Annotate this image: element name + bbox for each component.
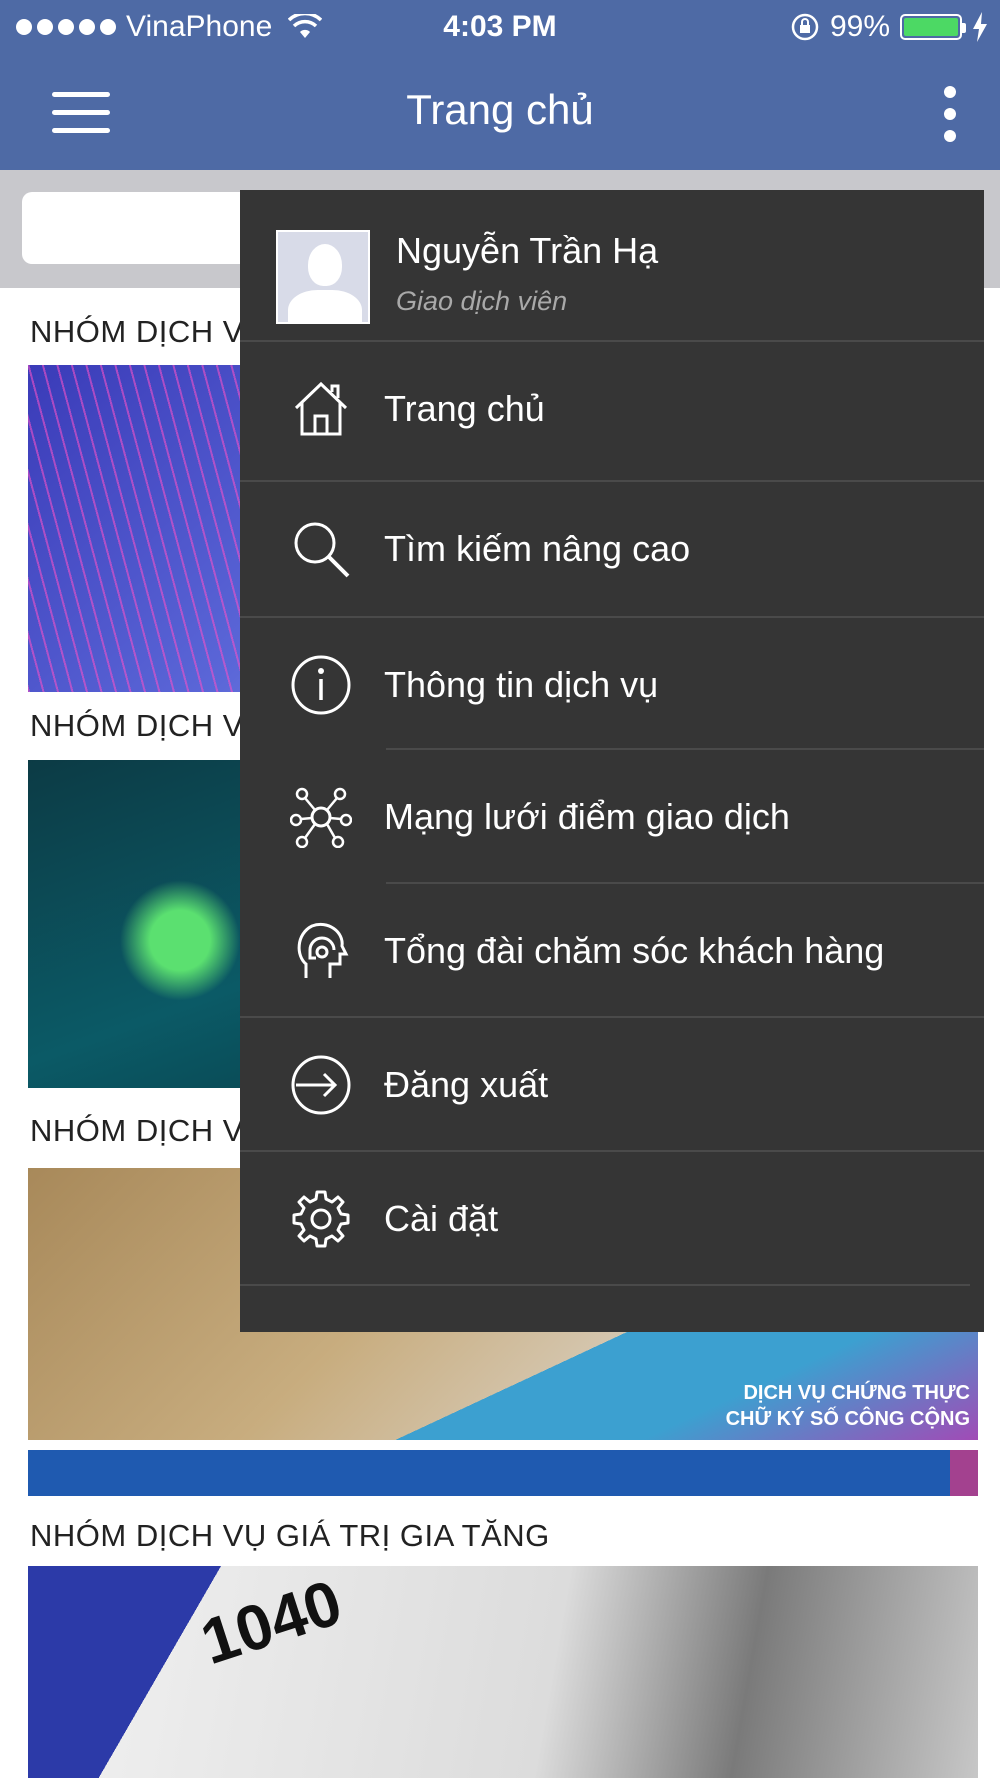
network-icon	[290, 787, 352, 848]
menu-item-label: Đăng xuất	[384, 1064, 549, 1105]
menu-item-customer-care[interactable]: Tổng đài chăm sóc khách hàng	[240, 884, 984, 1018]
page-title: Trang chủ	[406, 86, 594, 133]
menu-item-service-info[interactable]: Thông tin dịch vụ	[240, 618, 984, 752]
banner-line-2: CHỮ KÝ SỐ CÔNG CỘNG	[725, 1408, 970, 1430]
user-role: Giao dịch viên	[396, 286, 568, 316]
avatar	[276, 230, 370, 324]
section-title: NHÓM DỊCH V	[30, 1113, 244, 1148]
headset-icon	[297, 923, 349, 978]
menu-item-label: Cài đặt	[384, 1198, 499, 1239]
section-image[interactable]	[28, 1566, 978, 1778]
battery-percent: 99%	[829, 10, 890, 43]
banner-line-1: DỊCH VỤ CHỨNG THỰC	[743, 1382, 970, 1404]
more-options-icon[interactable]	[940, 86, 960, 142]
section-title: NHÓM DỊCH V	[30, 314, 244, 349]
gear-icon	[292, 1190, 350, 1248]
rotation-lock-icon	[791, 13, 819, 41]
home-icon	[294, 381, 348, 436]
menu-item-network[interactable]: Mạng lưới điểm giao dịch	[240, 750, 984, 884]
menu-item-label: Tìm kiếm nâng cao	[384, 528, 691, 569]
divider	[240, 1284, 970, 1286]
menu-item-label: Trang chủ	[384, 388, 545, 429]
menu-item-logout[interactable]: Đăng xuất	[240, 1018, 984, 1152]
drawer-menu: Nguyễn Trần Hạ Giao dịch viên Trang chủ …	[240, 190, 984, 1332]
section-title: NHÓM DỊCH V	[30, 708, 244, 743]
menu-item-label: Tổng đài chăm sóc khách hàng	[384, 930, 885, 971]
section-title: NHÓM DỊCH VỤ GIÁ TRỊ GIA TĂNG	[30, 1518, 550, 1553]
banner-bar	[28, 1450, 978, 1496]
user-name: Nguyễn Trần Hạ	[396, 230, 659, 271]
menu-item-advanced-search[interactable]: Tìm kiếm nâng cao	[240, 482, 984, 616]
user-profile[interactable]: Nguyễn Trần Hạ Giao dịch viên	[240, 190, 984, 342]
status-right: 99%	[790, 10, 988, 44]
battery-icon	[900, 14, 966, 40]
charging-icon	[973, 12, 987, 42]
menu-item-label: Thông tin dịch vụ	[384, 664, 659, 705]
menu-item-settings[interactable]: Cài đặt	[240, 1152, 984, 1286]
menu-item-home[interactable]: Trang chủ	[240, 342, 984, 476]
menu-item-label: Mạng lưới điểm giao dịch	[384, 796, 790, 837]
banner-caption: DỊCH VỤ CHỨNG THỰC CHỮ KÝ SỐ CÔNG CỘNG	[726, 1380, 970, 1432]
logout-icon	[291, 1055, 351, 1115]
info-icon	[291, 655, 351, 715]
search-icon	[294, 522, 350, 578]
status-bar: VinaPhone 4:03 PM 99%	[0, 0, 1000, 56]
nav-bar: Trang chủ	[0, 56, 1000, 170]
top-bar: VinaPhone 4:03 PM 99% Trang chủ	[0, 0, 1000, 170]
